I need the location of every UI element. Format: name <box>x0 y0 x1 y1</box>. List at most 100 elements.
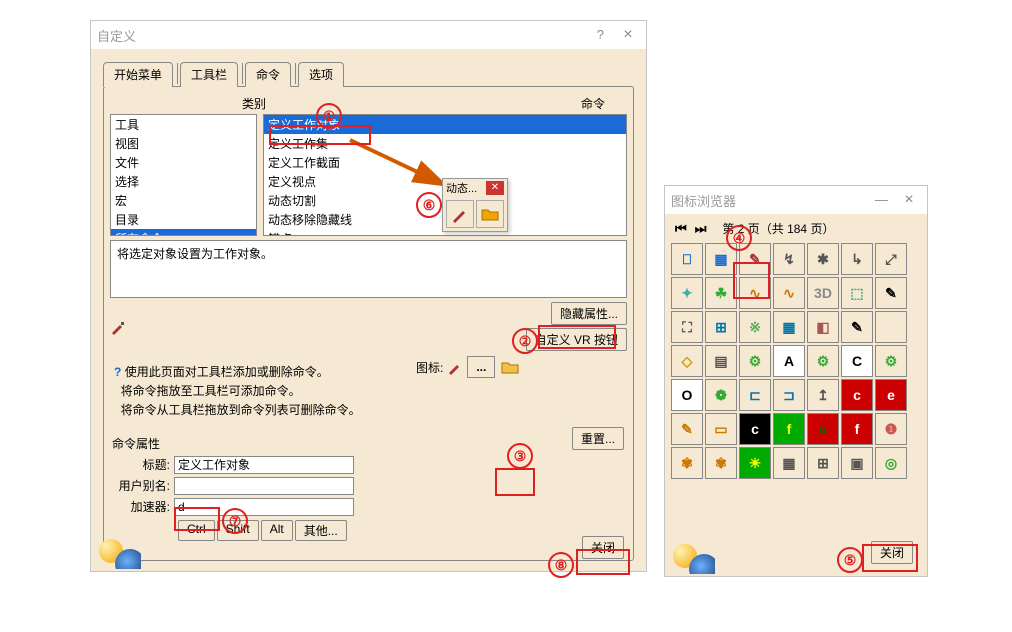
icon-cell[interactable]: ⊞ <box>705 311 737 343</box>
props-grid: 标题: 用户别名: 加速器: <box>110 456 354 516</box>
icon-browser-dialog: 图标浏览器 — × ⏮ ⏭ 第 2 页（共 184 页） ⎕▦✎↯✱↳⤢✦☘∿∿… <box>664 185 928 577</box>
titlebar-controls: — × <box>869 191 921 209</box>
icon-cell[interactable]: ▣ <box>841 447 873 479</box>
icon-cell[interactable]: ✎ <box>875 277 907 309</box>
reset-button[interactable]: 重置... <box>572 427 624 450</box>
icon-cell[interactable]: ◇ <box>671 345 703 377</box>
icon-cell[interactable]: ▦ <box>773 447 805 479</box>
icon-cell[interactable]: ⚙ <box>875 345 907 377</box>
close-icon[interactable]: ✕ <box>486 181 504 195</box>
icon-cell[interactable]: ⛶ <box>671 311 703 343</box>
browse-icons-button[interactable]: ... <box>467 356 495 378</box>
icon-cell[interactable]: f <box>841 413 873 445</box>
icon-cell[interactable]: ↳ <box>841 243 873 275</box>
icon-cell[interactable]: f <box>773 413 805 445</box>
annotation-1: ① <box>316 103 342 129</box>
icon-cell[interactable]: e <box>807 413 839 445</box>
titlebar: 图标浏览器 — × <box>665 186 927 214</box>
tab-commands[interactable]: 命令 <box>245 62 291 87</box>
icon-cell[interactable]: ✾ <box>671 447 703 479</box>
icon-cell[interactable]: ⤢ <box>875 243 907 275</box>
icon-cell[interactable]: ▤ <box>705 345 737 377</box>
tab-options[interactable]: 选项 <box>298 62 344 87</box>
list-item[interactable]: 选择 <box>111 172 256 191</box>
list-item[interactable]: 视图 <box>111 134 256 153</box>
icon-cell[interactable]: ⚙ <box>739 345 771 377</box>
icon-cell[interactable]: ☘ <box>705 277 737 309</box>
minimize-icon[interactable]: — <box>869 192 893 207</box>
icon-cell[interactable]: ∿ <box>739 277 771 309</box>
icon-cell[interactable]: ⊐ <box>773 379 805 411</box>
help-text: ? 使用此页面对工具栏添加或删除命令。 将命令拖放至工具栏可添加命令。 将命令从… <box>114 363 627 421</box>
alias-input[interactable] <box>174 477 354 495</box>
title-input[interactable] <box>174 456 354 474</box>
icon-cell[interactable]: ☀ <box>739 447 771 479</box>
icon-cell[interactable]: ⊞ <box>807 447 839 479</box>
icon-cell[interactable]: ⊏ <box>739 379 771 411</box>
ctrl-button[interactable]: Ctrl <box>178 520 215 541</box>
icon-cell[interactable]: ⚙ <box>807 345 839 377</box>
tab-start-menu[interactable]: 开始菜单 <box>103 62 173 87</box>
first-page-icon[interactable]: ⏮ <box>673 221 689 237</box>
icon-cell[interactable]: ✾ <box>705 447 737 479</box>
icon-cell[interactable]: ❶ <box>875 413 907 445</box>
tab-toolbar[interactable]: 工具栏 <box>180 62 238 87</box>
open-folder-icon[interactable] <box>499 357 521 377</box>
list-item[interactable]: 所有命令 <box>111 229 256 236</box>
list-item[interactable]: 宏 <box>111 191 256 210</box>
icon-cell[interactable]: ◧ <box>807 311 839 343</box>
close-icon[interactable]: × <box>616 26 640 44</box>
planet-decoration <box>667 540 715 574</box>
hide-attributes-button[interactable]: 隐藏属性... <box>551 302 627 325</box>
list-item[interactable]: 工具 <box>111 115 256 134</box>
folder-icon[interactable] <box>476 200 504 228</box>
list-item[interactable]: 目录 <box>111 210 256 229</box>
annotation-5: ⑤ <box>837 547 863 573</box>
icon-cell[interactable]: 3D <box>807 277 839 309</box>
annotation-6: ⑥ <box>416 192 442 218</box>
titlebar: 自定义 ? × <box>91 21 646 49</box>
icon-cell[interactable]: A <box>773 345 805 377</box>
window-title: 自定义 <box>97 26 136 45</box>
window-title: 图标浏览器 <box>671 191 736 210</box>
icon-cell[interactable]: ⎕ <box>671 243 703 275</box>
next-page-icon[interactable]: ⏭ <box>693 221 709 237</box>
icon-cell[interactable]: ▦ <box>773 311 805 343</box>
icon-cell[interactable]: C <box>841 345 873 377</box>
pen-icon <box>447 359 463 375</box>
icon-cell[interactable]: c <box>841 379 873 411</box>
category-listbox[interactable]: 工具 视图 文件 选择 宏 目录 所有命令 <box>110 114 257 236</box>
vr-button[interactable]: 自定义 VR 按钮 <box>526 328 627 351</box>
icon-cell[interactable]: ↯ <box>773 243 805 275</box>
help-icon[interactable]: ? <box>588 27 612 42</box>
pen-icon[interactable] <box>446 200 474 228</box>
icon-cell[interactable]: ✦ <box>671 277 703 309</box>
accelerator-input[interactable] <box>174 498 354 516</box>
icon-cell[interactable]: ❁ <box>705 379 737 411</box>
icon-cell[interactable]: ※ <box>739 311 771 343</box>
close-button[interactable]: 关闭 <box>582 536 624 559</box>
close-button[interactable]: 关闭 <box>871 541 913 564</box>
icon-cell[interactable]: ↥ <box>807 379 839 411</box>
other-button[interactable]: 其他... <box>295 520 347 541</box>
close-icon[interactable]: × <box>897 191 921 209</box>
icon-cell[interactable]: ▭ <box>705 413 737 445</box>
icon-grid: ⎕▦✎↯✱↳⤢✦☘∿∿3D⬚✎⛶⊞※▦◧✎◇▤⚙A⚙C⚙O❁⊏⊐↥ce✎▭cfe… <box>665 239 927 483</box>
icon-cell[interactable]: ✎ <box>671 413 703 445</box>
drag-preview-toolbar[interactable]: 动态... ✕ <box>442 178 508 232</box>
icon-cell[interactable]: ◎ <box>875 447 907 479</box>
icon-cell[interactable]: ∿ <box>773 277 805 309</box>
icon-cell[interactable]: ✱ <box>807 243 839 275</box>
list-item[interactable]: 文件 <box>111 153 256 172</box>
icon-cell[interactable]: O <box>671 379 703 411</box>
alt-button[interactable]: Alt <box>261 520 293 541</box>
icon-cell[interactable]: c <box>739 413 771 445</box>
tab-divider <box>242 63 243 84</box>
icon-cell[interactable] <box>875 311 907 343</box>
icon-cell[interactable]: e <box>875 379 907 411</box>
accel-label: 加速器: <box>110 498 174 515</box>
category-header: 类别 <box>242 95 266 112</box>
tabstrip: 开始菜单 工具栏 命令 选项 <box>103 61 634 86</box>
icon-cell[interactable]: ⬚ <box>841 277 873 309</box>
icon-cell[interactable]: ✎ <box>841 311 873 343</box>
